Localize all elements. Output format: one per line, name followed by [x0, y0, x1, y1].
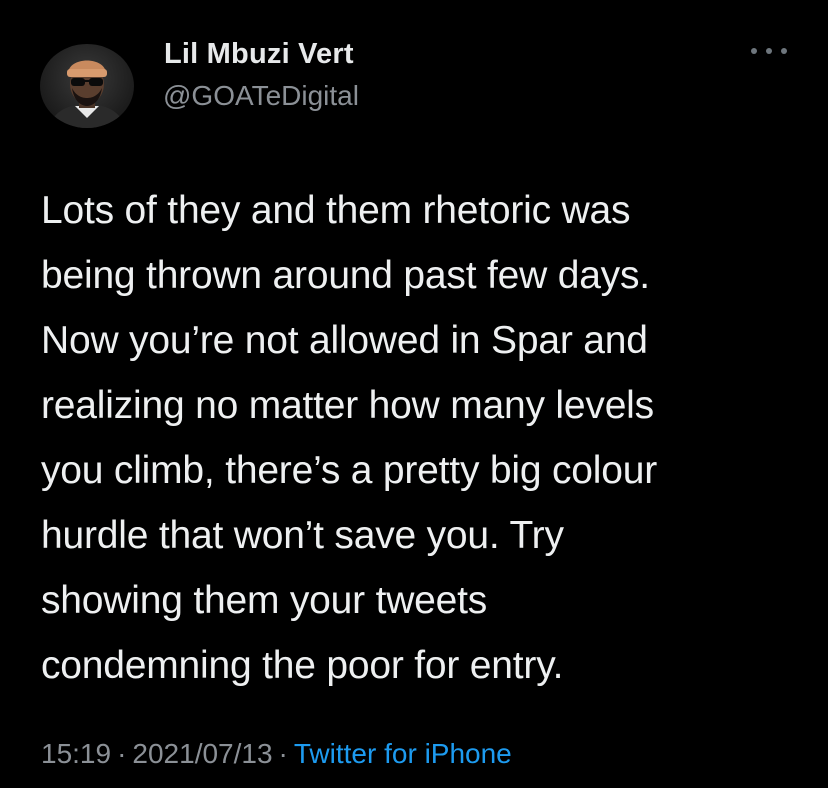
- avatar[interactable]: [40, 44, 134, 128]
- more-dot: [766, 48, 772, 54]
- meta-separator: ·: [278, 738, 288, 769]
- more-dot: [781, 48, 787, 54]
- more-options-icon[interactable]: [751, 44, 787, 58]
- tweet-date: 2021/07/13: [132, 738, 273, 769]
- author-handle[interactable]: @GOATeDigital: [163, 80, 359, 112]
- tweet-time: 15:19: [41, 738, 112, 769]
- tweet-text: Lots of they and them rhetoric was being…: [41, 189, 657, 687]
- tweet-source-link[interactable]: Twitter for iPhone: [294, 738, 512, 769]
- user-avatar-icon: [48, 60, 126, 128]
- tweet-meta: 15:19 · 2021/07/13 · Twitter for iPhone: [41, 738, 512, 770]
- author-display-name[interactable]: Lil Mbuzi Vert: [164, 38, 354, 71]
- meta-separator: ·: [117, 738, 127, 769]
- tweet-card: Lil Mbuzi Vert @GOATeDigital Lots of the…: [0, 0, 828, 788]
- more-dot: [751, 48, 757, 54]
